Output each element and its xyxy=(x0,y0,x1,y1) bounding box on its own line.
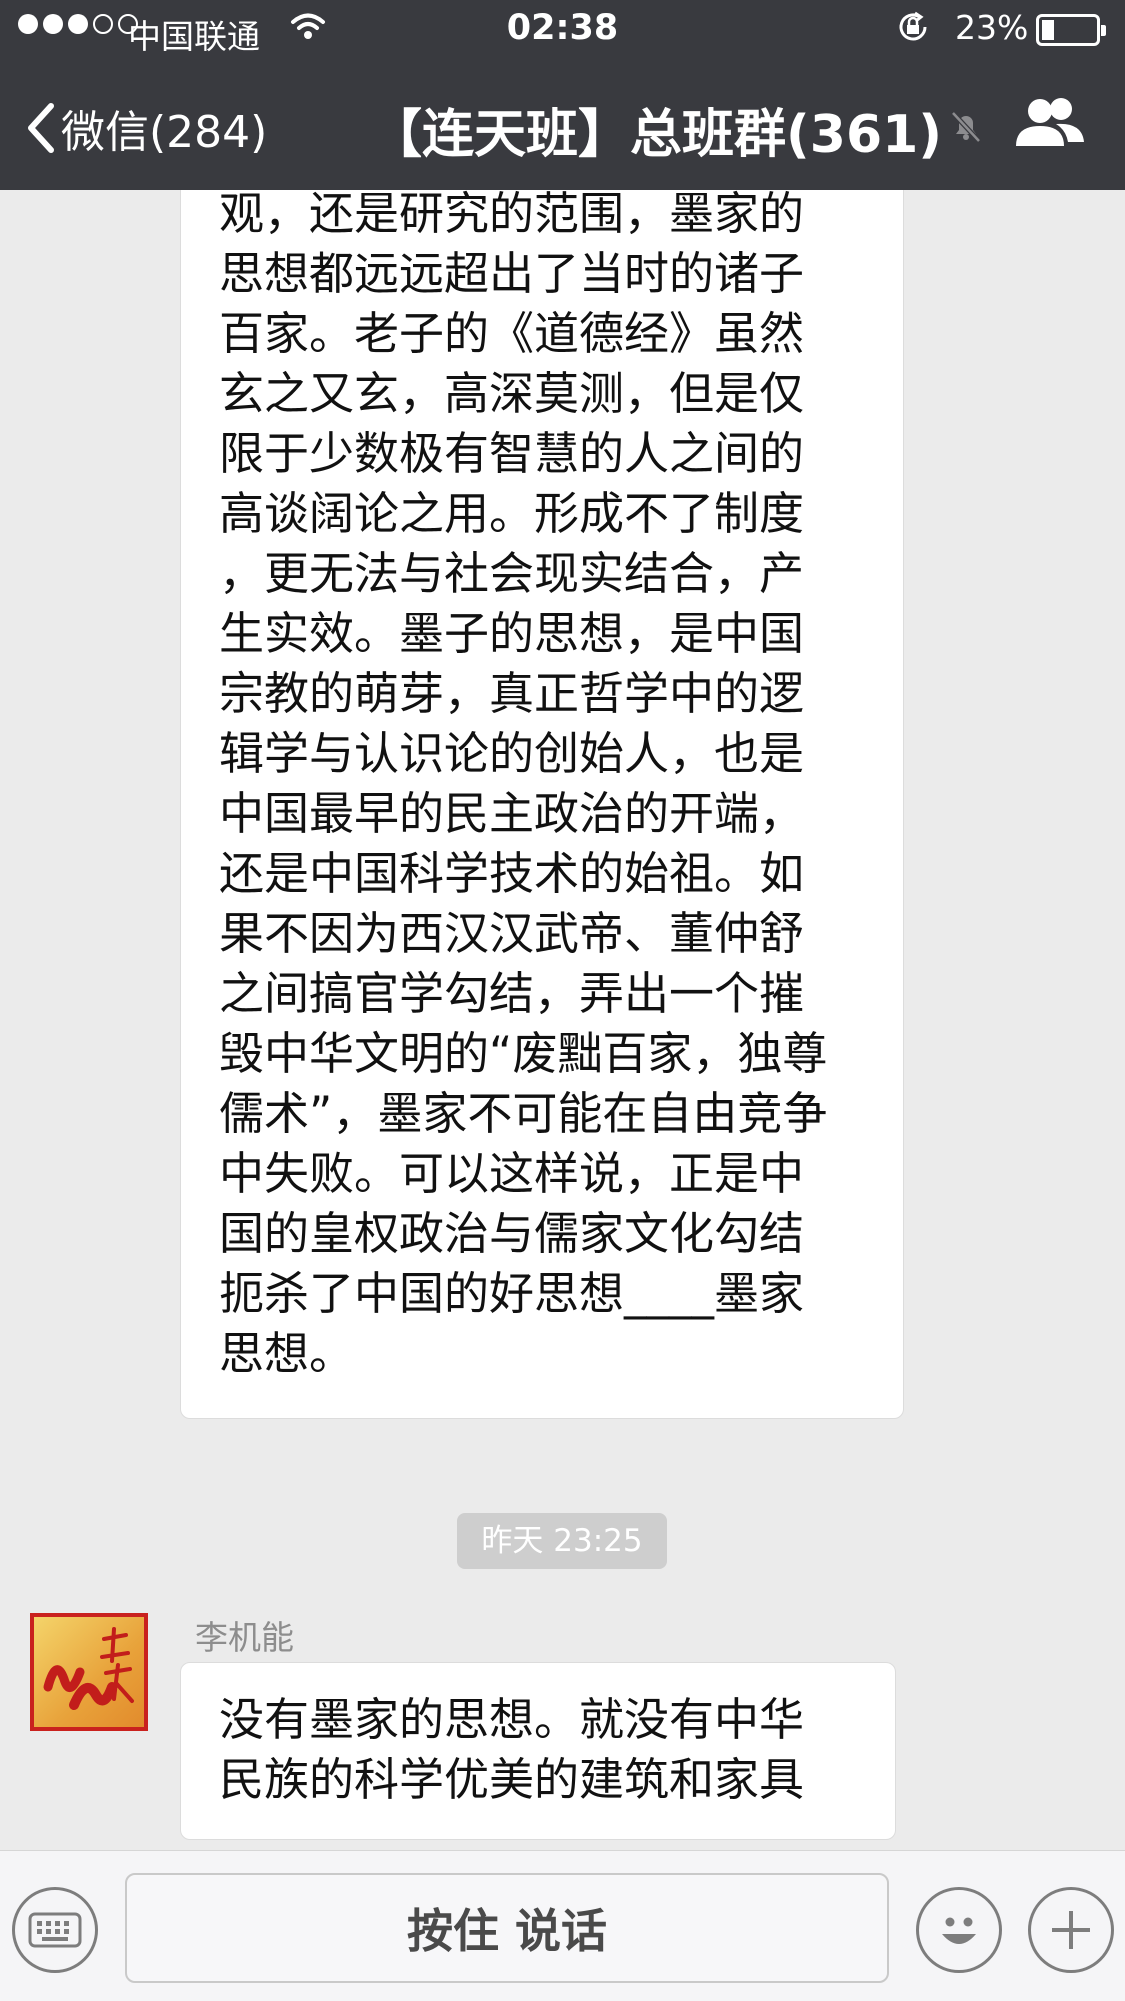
chevron-left-icon xyxy=(28,103,54,153)
hold-to-talk-button[interactable]: 按住 说话 xyxy=(125,1873,889,1983)
message-line: 玄之又玄，高深莫测，但是仅 xyxy=(219,367,805,420)
avatar[interactable] xyxy=(30,1613,148,1731)
message-line: 扼杀了中国的好思想____墨家 xyxy=(219,1267,805,1320)
message-line: 观，还是研究的范围，墨家的 xyxy=(219,190,805,240)
top-bar: 中国联通 02:38 23% 微信(284) 【连天班】总班群(361) xyxy=(0,0,1125,190)
input-bar: 按住 说话 xyxy=(0,1850,1125,2001)
message-line: 儒术”，墨家不可能在自由竞争 xyxy=(219,1087,828,1140)
back-label: 微信(284) xyxy=(61,107,268,158)
message-line: 毁中华文明的“废黜百家，独尊 xyxy=(219,1027,828,1080)
message-line: 高谈阔论之用。形成不了制度 xyxy=(219,487,805,540)
emoji-button[interactable] xyxy=(916,1887,1002,1973)
message-line: 果不因为西汉汉武帝、董仲舒 xyxy=(219,907,805,960)
message-line: 国的皇权政治与儒家文化勾结 xyxy=(219,1207,805,1260)
message-line: 中国最早的民主政治的开端， xyxy=(219,787,805,840)
status-bar: 中国联通 02:38 23% xyxy=(0,0,1125,60)
message-line: 辑学与认识论的创始人，也是 xyxy=(219,727,805,780)
message-line: 民族的科学优美的建筑和家具 xyxy=(219,1753,805,1806)
message-line: 思想。 xyxy=(219,1327,355,1380)
smiley-icon xyxy=(942,1917,976,1944)
chat-area[interactable]: 观，还是研究的范围，墨家的 思想都远远超出了当时的诸子 百家。老子的《道德经》虽… xyxy=(0,190,1125,1850)
back-button[interactable]: 微信(284) xyxy=(25,96,267,160)
message-line: 限于少数极有智慧的人之间的 xyxy=(219,427,805,480)
bell-slash-icon xyxy=(948,108,984,148)
message-line: 百家。老子的《道德经》虽然 xyxy=(219,307,805,360)
keyboard-icon xyxy=(28,1912,82,1948)
rotation-lock-icon xyxy=(895,9,931,53)
nav-bar: 微信(284) 【连天班】总班群(361) xyxy=(0,60,1125,190)
message-line: 没有墨家的思想。就没有中华 xyxy=(219,1693,805,1746)
message-line: 宗教的萌芽，真正哲学中的逻 xyxy=(219,667,805,720)
message-bubble[interactable]: 没有墨家的思想。就没有中华 民族的科学优美的建筑和家具 xyxy=(180,1662,896,1840)
message-line: 生实效。墨子的思想，是中国 xyxy=(219,607,805,660)
message-line: 中失败。可以这样说，正是中 xyxy=(219,1147,805,1200)
plus-icon xyxy=(1052,1911,1090,1949)
message-line: 还是中国科学技术的始祖。如 xyxy=(219,847,805,900)
battery-percent: 23% xyxy=(955,8,1029,47)
message-line: 思想都远远超出了当时的诸子 xyxy=(219,247,805,300)
keyboard-button[interactable] xyxy=(12,1887,98,1973)
message-line: ，更无法与社会现实结合，产 xyxy=(219,547,805,600)
chat-title: 【连天班】总班群(361) xyxy=(370,105,943,165)
group-members-icon[interactable] xyxy=(1014,96,1086,156)
sender-name: 李机能 xyxy=(195,1618,294,1657)
message-line: 之间搞官学勾结，弄出一个摧 xyxy=(219,967,805,1020)
message-bubble[interactable]: 观，还是研究的范围，墨家的 思想都远远超出了当时的诸子 百家。老子的《道德经》虽… xyxy=(180,190,904,1419)
battery-icon xyxy=(1036,14,1106,46)
more-button[interactable] xyxy=(1028,1887,1114,1973)
message-timestamp: 昨天 23:25 xyxy=(457,1513,667,1569)
